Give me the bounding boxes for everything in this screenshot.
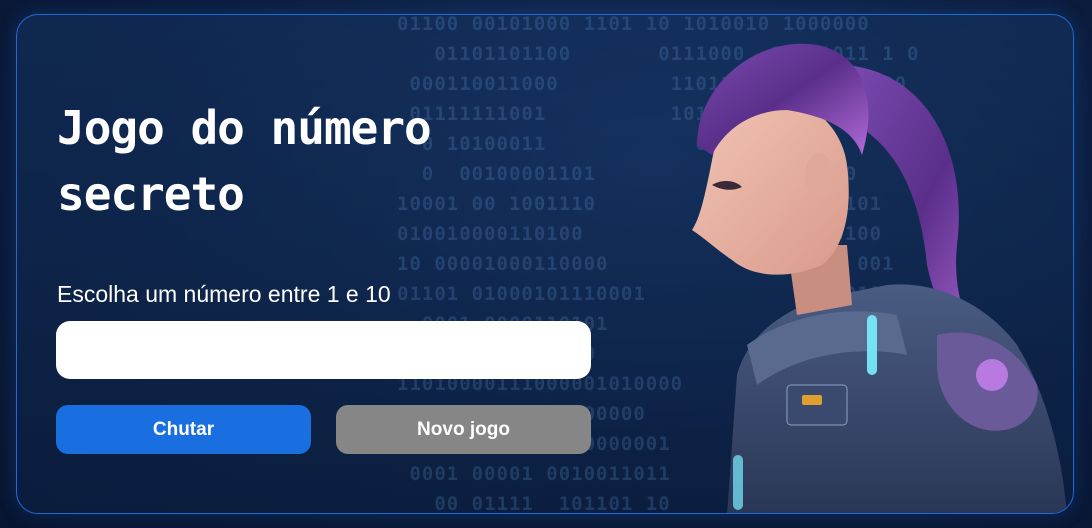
guess-button[interactable]: Chutar (56, 405, 311, 454)
astronaut-illustration (692, 43, 1067, 513)
ear-shape (805, 153, 833, 197)
chest-light-shape (802, 395, 822, 405)
neon-strip-lower-shape (733, 455, 743, 510)
instruction-label: Escolha um número entre 1 e 10 (57, 281, 391, 307)
guess-input[interactable] (56, 321, 591, 379)
page: 01100 00101000 1101 10 1010010 1000000 0… (0, 0, 1092, 528)
shoulder-emblem-shape (976, 359, 1008, 391)
game-container: 01100 00101000 1101 10 1010010 1000000 0… (16, 14, 1074, 514)
new-game-button[interactable]: Novo jogo (336, 405, 591, 454)
neon-strip-shape (867, 315, 877, 375)
page-title: Jogo do número secreto (57, 101, 432, 221)
